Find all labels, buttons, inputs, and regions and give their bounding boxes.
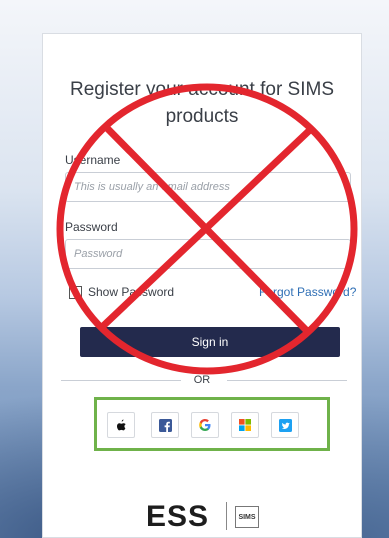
social-login-group [94, 397, 330, 451]
apple-icon [117, 419, 126, 430]
apple-login-button[interactable] [107, 412, 135, 438]
twitter-icon [278, 418, 292, 432]
page-title: Register your account for SIMS products [70, 79, 334, 127]
facebook-icon [158, 418, 172, 432]
ess-logo: ESS [146, 500, 210, 533]
microsoft-icon [239, 419, 251, 431]
or-separator: OR [193, 374, 211, 386]
forgot-password-link[interactable]: Forgot Password? [259, 285, 356, 299]
login-card: Register your account for SIMS products … [42, 33, 362, 538]
username-placeholder: This is usually an email address [74, 181, 230, 193]
microsoft-login-button[interactable] [231, 412, 259, 438]
sims-badge: SIMS [235, 506, 259, 528]
password-placeholder: Password [74, 248, 123, 260]
password-input[interactable]: Password [65, 239, 351, 269]
twitter-login-button[interactable] [271, 412, 299, 438]
username-label: Username [65, 153, 121, 167]
show-password-label[interactable]: Show Password [88, 285, 174, 299]
logo-divider [226, 502, 227, 530]
google-icon [199, 419, 211, 431]
sign-in-button[interactable]: Sign in [80, 327, 340, 357]
username-input[interactable]: This is usually an email address [65, 172, 351, 202]
password-label: Password [65, 220, 118, 234]
show-password-checkbox[interactable] [69, 286, 82, 299]
google-login-button[interactable] [191, 412, 219, 438]
sign-in-label: Sign in [191, 335, 229, 349]
facebook-login-button[interactable] [151, 412, 179, 438]
